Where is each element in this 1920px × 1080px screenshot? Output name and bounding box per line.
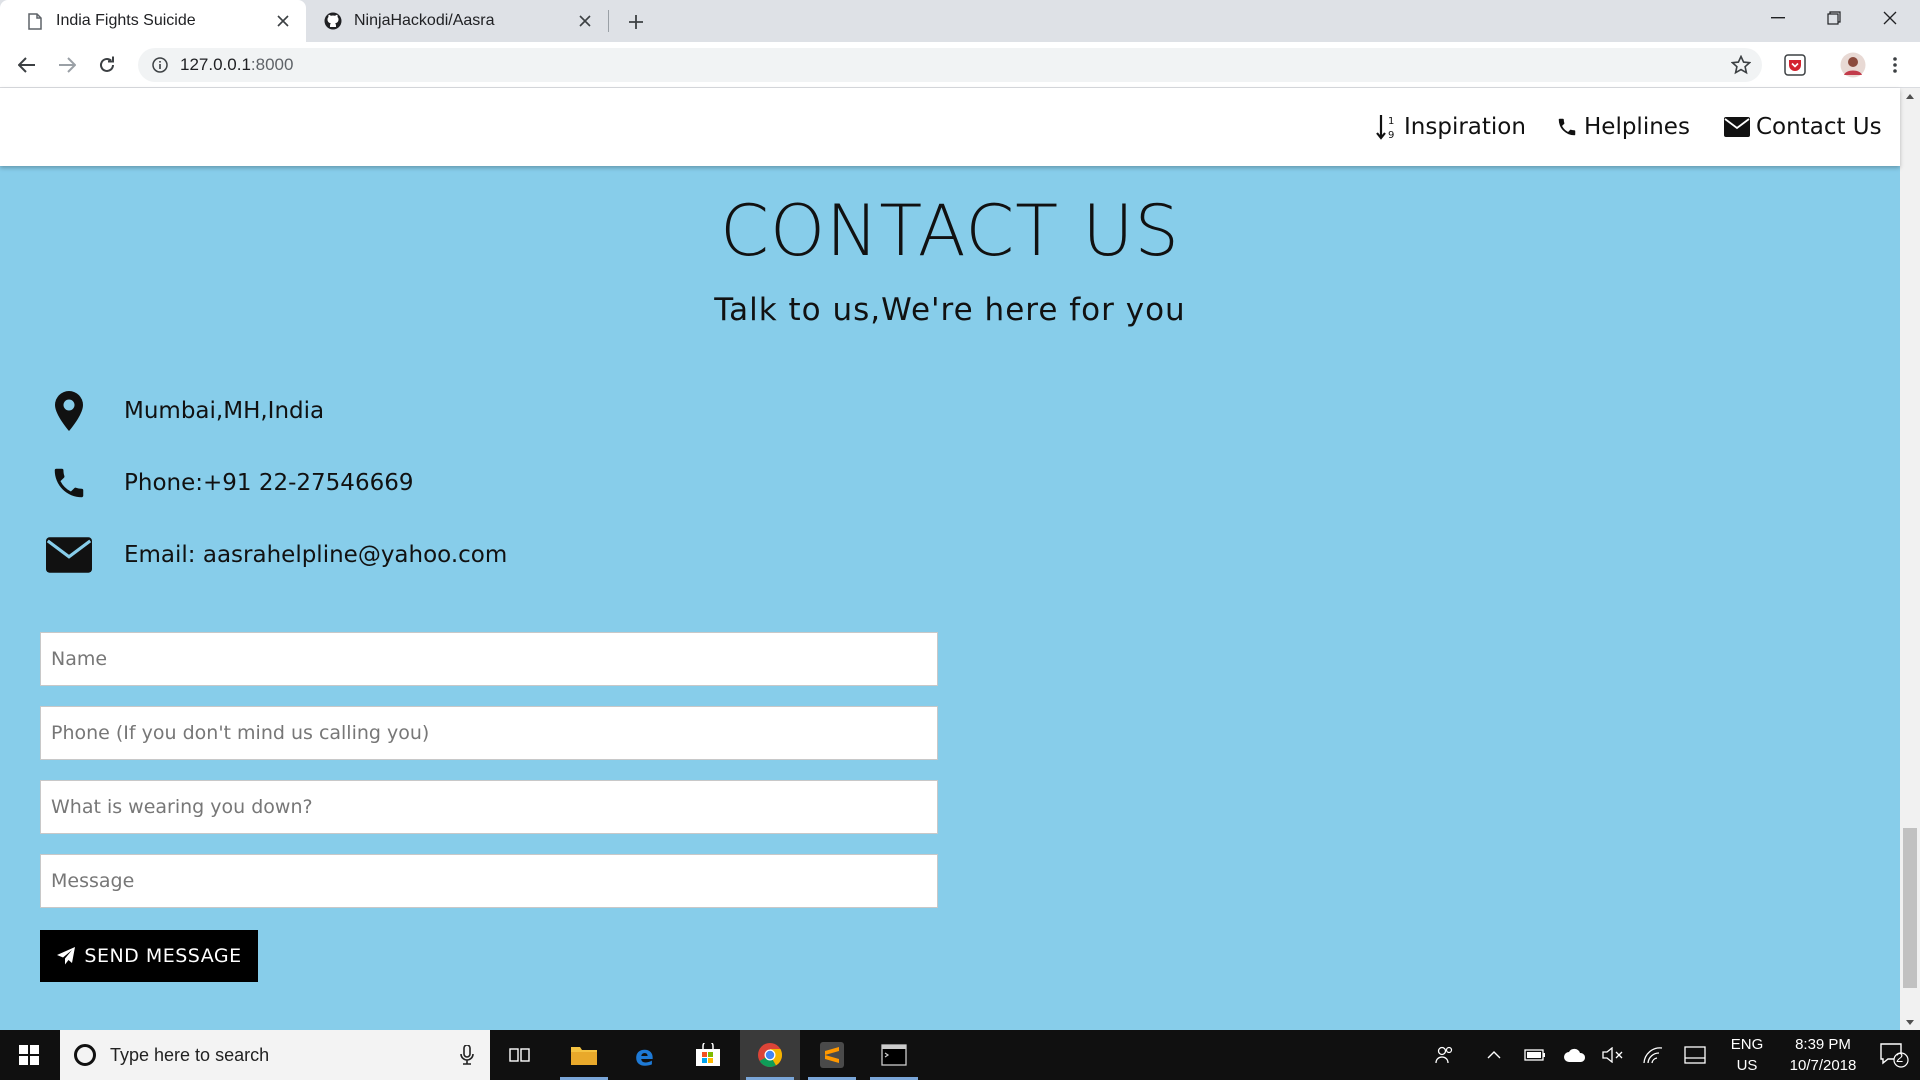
nav-inspiration-label: Inspiration: [1404, 114, 1526, 140]
edge-icon: e: [635, 1042, 654, 1068]
phone-icon: [42, 458, 96, 508]
store-button[interactable]: [678, 1030, 738, 1080]
envelope-icon: [1724, 117, 1750, 137]
wifi-icon[interactable]: [1640, 1030, 1666, 1080]
nav-helplines-label: Helplines: [1584, 114, 1690, 140]
page-icon: [26, 12, 44, 30]
send-message-label: SEND MESSAGE: [84, 945, 242, 967]
scroll-thumb[interactable]: [1903, 828, 1917, 988]
phone-icon: [1558, 118, 1576, 136]
clock[interactable]: 8:39 PM 10/7/2018: [1776, 1030, 1870, 1080]
tab-ninjahackodi-aasra[interactable]: NinjaHackodi/Aasra: [306, 0, 608, 42]
close-icon[interactable]: [272, 10, 294, 32]
windows-logo-icon: [19, 1045, 39, 1065]
search-placeholder: Type here to search: [110, 1044, 270, 1065]
tab-title: NinjaHackodi/Aasra: [354, 12, 495, 29]
minimize-button[interactable]: [1750, 0, 1806, 36]
edge-browser-button[interactable]: e: [616, 1030, 676, 1080]
lang-line2: US: [1736, 1057, 1758, 1074]
email-text: Email: aasrahelpline@yahoo.com: [124, 542, 508, 568]
clock-date: 10/7/2018: [1789, 1057, 1857, 1074]
browser-tab-strip: India Fights Suicide NinjaHackodi/Aasra: [0, 0, 1920, 42]
clock-time: 8:39 PM: [1795, 1036, 1851, 1053]
map-marker-icon: [42, 386, 96, 436]
nav-helplines[interactable]: Helplines: [1556, 112, 1690, 142]
url-host: 127.0.0.1: [180, 55, 251, 74]
phone-text: Phone:+91 22-27546669: [124, 470, 414, 496]
task-view-icon: [509, 1048, 530, 1062]
tab-title: India Fights Suicide: [56, 12, 196, 29]
action-center-button[interactable]: 2: [1872, 1030, 1916, 1080]
nav-contact-us-label: Contact Us: [1756, 114, 1882, 140]
browser-toolbar: 127.0.0.1:8000: [0, 42, 1920, 88]
address-text: Mumbai,MH,India: [124, 398, 325, 424]
chrome-button[interactable]: [740, 1030, 800, 1080]
nav-inspiration[interactable]: 19 Inspiration: [1376, 112, 1526, 142]
terminal-button[interactable]: [864, 1030, 924, 1080]
svg-text:e: e: [635, 1042, 654, 1068]
forward-button[interactable]: [52, 50, 82, 80]
chrome-icon: [758, 1043, 783, 1068]
svg-text:1: 1: [1388, 116, 1394, 127]
people-icon[interactable]: [1430, 1030, 1460, 1080]
email-row: Email: aasrahelpline@yahoo.com: [42, 530, 507, 580]
sort-numeric-icon: 19: [1376, 115, 1394, 141]
back-button[interactable]: [12, 50, 42, 80]
send-message-button[interactable]: SEND MESSAGE: [40, 930, 258, 982]
address-bar[interactable]: 127.0.0.1:8000: [138, 48, 1762, 82]
windows-taskbar: Type here to search e ENG US 8:39 PM 10/…: [0, 1030, 1920, 1080]
reload-button[interactable]: [92, 50, 122, 80]
sublime-text-button[interactable]: [802, 1030, 862, 1080]
url-port: :8000: [250, 55, 294, 74]
restore-button[interactable]: [1806, 0, 1862, 36]
start-button[interactable]: [0, 1030, 58, 1080]
scroll-up-arrow-icon[interactable]: [1900, 88, 1920, 104]
notification-icon: [1880, 1043, 1909, 1068]
microphone-icon[interactable]: [460, 1045, 474, 1065]
file-explorer-button[interactable]: [554, 1030, 614, 1080]
taskbar-search[interactable]: Type here to search: [60, 1030, 490, 1080]
profile-avatar[interactable]: [1838, 50, 1868, 80]
scroll-down-arrow-icon[interactable]: [1900, 1014, 1920, 1030]
page-title: CONTACT US: [720, 190, 1180, 272]
task-view-button[interactable]: [490, 1030, 550, 1080]
bookmark-star-icon[interactable]: [1726, 50, 1756, 80]
address-row: Mumbai,MH,India: [42, 386, 324, 436]
notification-count: 2: [1896, 1050, 1904, 1065]
subject-input[interactable]: [40, 780, 938, 834]
sublime-icon: [820, 1042, 844, 1068]
volume-muted-icon[interactable]: [1600, 1030, 1626, 1080]
page-subtitle: Talk to us,We're here for you: [714, 292, 1186, 328]
close-icon[interactable]: [574, 10, 596, 32]
chevron-up-icon[interactable]: [1482, 1030, 1506, 1080]
pocket-extension-icon[interactable]: [1780, 50, 1810, 80]
paper-plane-icon: [57, 947, 76, 965]
input-indicator-icon[interactable]: [1682, 1030, 1708, 1080]
onedrive-icon[interactable]: [1562, 1030, 1588, 1080]
phone-row: Phone:+91 22-27546669: [42, 458, 413, 508]
page-scrollbar[interactable]: [1900, 88, 1920, 1030]
info-icon[interactable]: [150, 55, 170, 75]
tab-separator: [608, 10, 609, 32]
nav-contact-us[interactable]: Contact Us: [1724, 112, 1882, 142]
cortana-icon: [74, 1044, 96, 1066]
svg-text:9: 9: [1388, 130, 1394, 141]
tab-india-fights-suicide[interactable]: India Fights Suicide: [0, 0, 306, 42]
battery-icon[interactable]: [1522, 1030, 1548, 1080]
contact-section: CONTACT US Talk to us,We're here for you…: [0, 166, 1900, 1030]
store-icon: [696, 1043, 720, 1066]
name-input[interactable]: [40, 632, 938, 686]
browser-menu-icon[interactable]: [1880, 50, 1910, 80]
folder-icon: [571, 1047, 597, 1065]
site-navbar: 19 Inspiration Helplines Contact Us: [0, 88, 1900, 166]
message-input[interactable]: [40, 854, 938, 908]
language-indicator[interactable]: ENG US: [1722, 1030, 1772, 1080]
close-window-button[interactable]: [1862, 0, 1918, 36]
terminal-icon: [881, 1044, 907, 1066]
lang-line1: ENG: [1730, 1036, 1764, 1053]
new-tab-button[interactable]: [622, 8, 650, 36]
github-icon: [324, 12, 342, 30]
phone-input[interactable]: [40, 706, 938, 760]
envelope-icon: [42, 530, 96, 580]
